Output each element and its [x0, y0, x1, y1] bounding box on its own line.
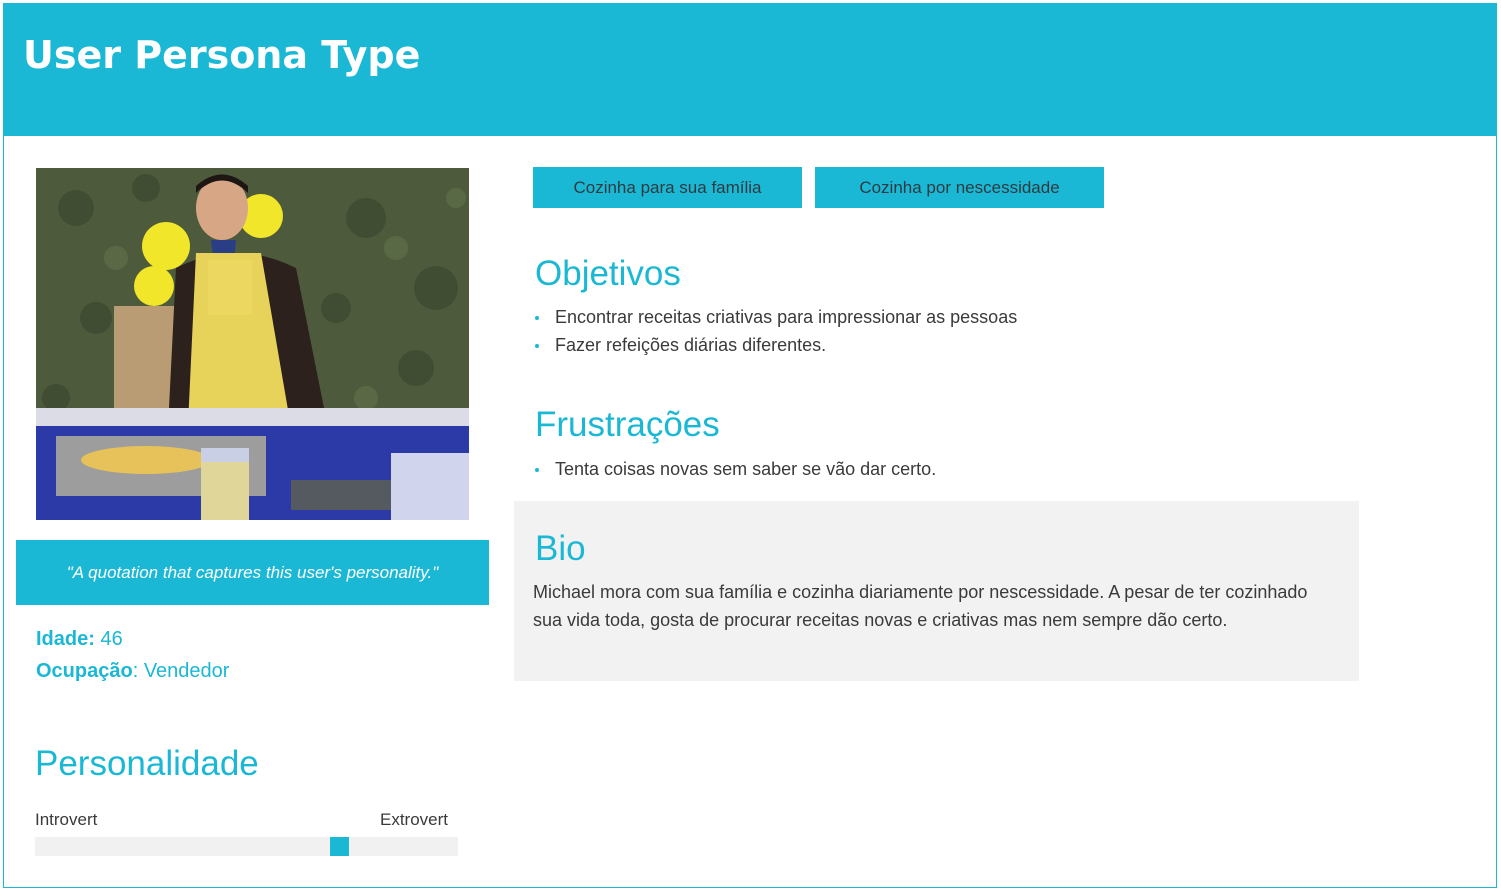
persona-quote: "A quotation that captures this user's p… [16, 540, 489, 605]
bio-title: Bio [535, 529, 586, 568]
personality-title: Personalidade [35, 744, 259, 783]
bio-text: Michael mora com sua família e cozinha d… [533, 582, 1308, 630]
goals-title: Objetivos [535, 254, 681, 293]
bullet-icon [535, 316, 539, 320]
quote-text: "A quotation that captures this user's p… [66, 562, 439, 582]
tag-cozinha-familia[interactable]: Cozinha para sua família [533, 167, 802, 208]
extrovert-label: Extrovert [380, 810, 449, 829]
list-item: Encontrar receitas criativas para impres… [535, 303, 1017, 331]
list-item: Tenta coisas novas sem saber se vão dar … [535, 455, 936, 483]
goal-text: Encontrar receitas criativas para impres… [555, 307, 1018, 327]
frustration-text: Tenta coisas novas sem saber se vão dar … [555, 459, 937, 479]
goal-text: Fazer refeições diárias diferentes. [555, 335, 827, 355]
list-item: Fazer refeições diárias diferentes. [535, 331, 1017, 359]
age-label: Idade: [36, 628, 95, 650]
age-row: Idade: 46 [36, 628, 123, 651]
occupation-value: : Vendedor [132, 660, 230, 682]
bullet-icon [535, 344, 539, 348]
slider-thumb[interactable] [330, 837, 349, 856]
age-value: 46 [94, 628, 123, 650]
bullet-icon [535, 468, 539, 472]
introvert-label: Introvert [35, 810, 98, 829]
header-banner: User Persona Type [3, 3, 1497, 136]
occupation-row: Ocupação: Vendedor [36, 660, 229, 683]
persona-photo [36, 168, 469, 520]
tag-cozinha-necessidade[interactable]: Cozinha por nescessidade [815, 167, 1104, 208]
page-title: User Persona Type [23, 33, 421, 77]
occupation-label: Ocupação [36, 660, 133, 682]
goals-list: Encontrar receitas criativas para impres… [535, 303, 1017, 359]
bio-panel: Bio Michael mora com sua família e cozin… [514, 501, 1359, 681]
personality-slider[interactable] [35, 837, 458, 856]
frustrations-list: Tenta coisas novas sem saber se vão dar … [535, 455, 936, 483]
frustrations-title: Frustrações [535, 405, 720, 444]
